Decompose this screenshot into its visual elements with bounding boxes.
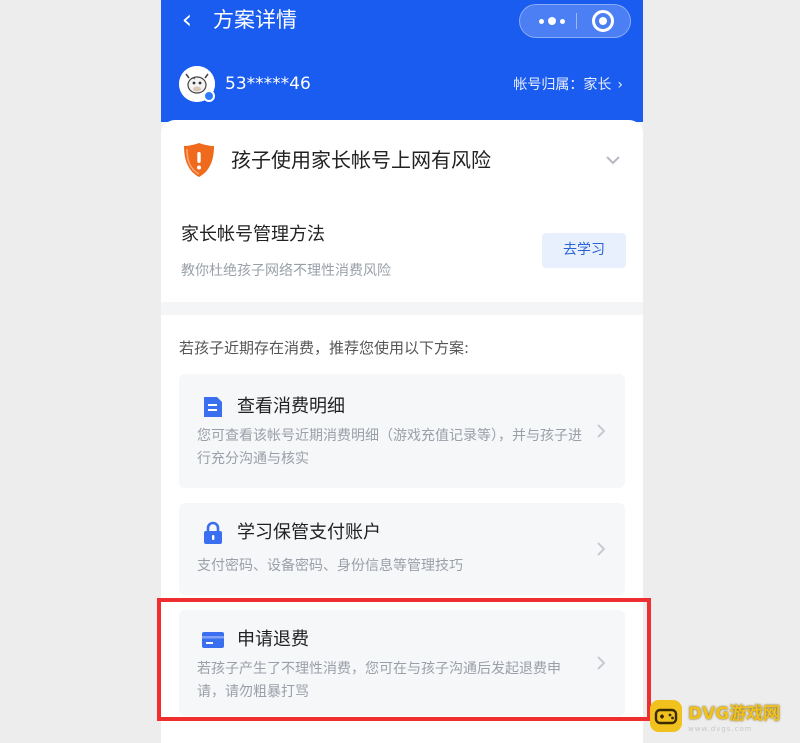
risk-title: 孩子使用家长帐号上网有风险 <box>231 148 491 172</box>
risk-card: 孩子使用家长帐号上网有风险 家长帐号管理方法 教你杜绝孩子网络不理性消费风险 去… <box>161 120 643 302</box>
chevron-right-icon <box>597 542 606 556</box>
plans-intro: 若孩子近期存在消费，推荐您使用以下方案: <box>179 339 470 357</box>
watermark-url: www.dvgs.com <box>688 725 753 733</box>
plan-item-view-consumption[interactable]: 查看消费明细 您可查看该帐号近期消费明细（游戏充值记录等），并与孩子进行充分沟通… <box>179 374 625 488</box>
shield-warning-icon <box>184 143 214 177</box>
ownership-label: 帐号归属：家长 <box>513 77 612 93</box>
account-ownership-link[interactable]: 帐号归属：家长 › <box>513 74 623 96</box>
plan-description: 您可查看该帐号近期消费明细（游戏充值记录等），并与孩子进行充分沟通与核实 <box>197 428 582 467</box>
header-bar: ‹ 方案详情 53*****46 帐号归属：家长 › <box>161 0 643 122</box>
gamepad-logo-icon <box>650 700 682 732</box>
plan-title: 学习保管支付账户 <box>237 522 381 543</box>
highlight-frame <box>157 598 651 721</box>
close-target-icon[interactable] <box>592 10 614 32</box>
page-title: 方案详情 <box>213 8 297 32</box>
watermark-text: DVG游戏网 <box>688 704 781 724</box>
learn-button[interactable]: 去学习 <box>542 233 626 268</box>
plan-item-payment-security[interactable]: 学习保管支付账户 支付密码、设备密码、身份信息等管理技巧 <box>179 503 625 595</box>
avatar <box>179 66 215 102</box>
avatar-badge-icon <box>203 90 215 102</box>
chevron-right-icon <box>597 424 606 438</box>
lock-icon <box>204 521 222 544</box>
capsule-divider <box>576 13 577 29</box>
watermark: DVG游戏网 www.dvgs.com <box>650 700 796 734</box>
mini-program-capsule <box>519 4 631 38</box>
chevron-right-icon: › <box>617 77 623 93</box>
manage-method-subtitle: 教你杜绝孩子网络不理性消费风险 <box>181 263 391 279</box>
document-icon <box>204 397 222 417</box>
plan-description: 支付密码、设备密码、身份信息等管理技巧 <box>197 558 463 574</box>
chevron-down-icon[interactable] <box>603 150 623 170</box>
plan-title: 查看消费明细 <box>237 396 345 417</box>
back-icon[interactable]: ‹ <box>175 6 199 34</box>
manage-method-title: 家长帐号管理方法 <box>181 224 325 245</box>
account-id: 53*****46 <box>225 74 311 94</box>
more-icon[interactable] <box>530 5 574 37</box>
